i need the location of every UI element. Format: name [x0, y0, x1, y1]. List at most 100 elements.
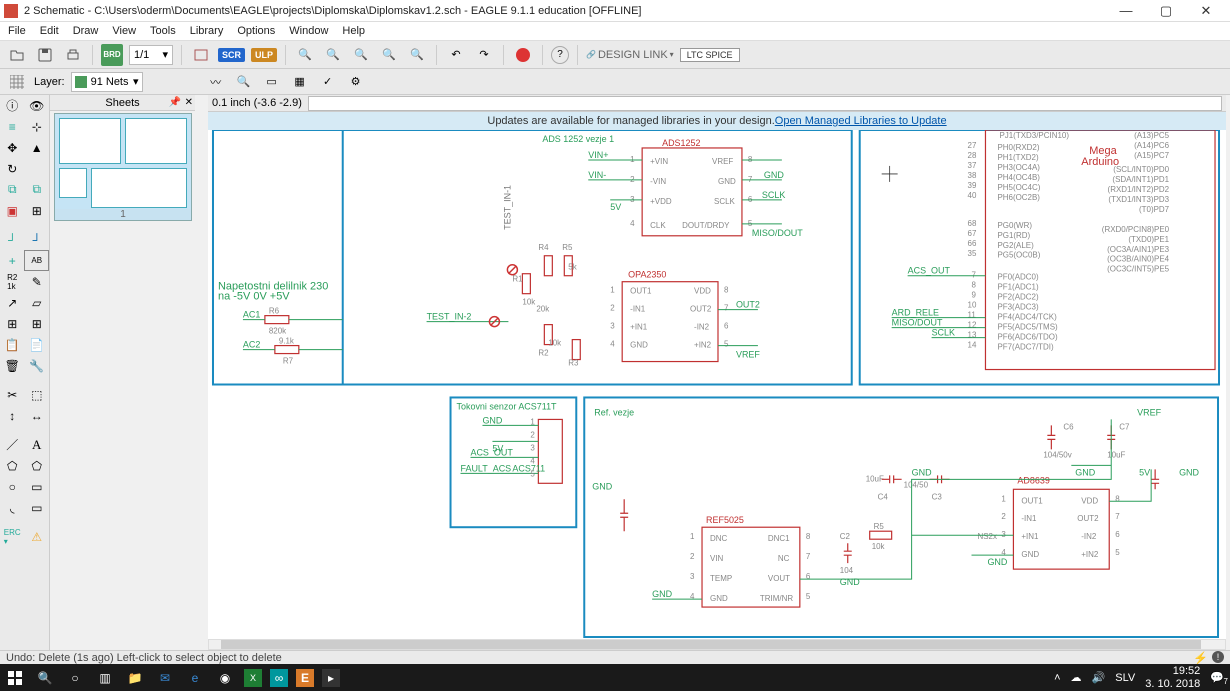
help-button[interactable]: ? [551, 46, 569, 64]
move-tool[interactable]: ✥ [0, 137, 25, 158]
split-tool[interactable]: ↗ [0, 292, 25, 313]
explorer-icon[interactable]: 📁 [124, 667, 146, 689]
ltspice-button[interactable]: LTC SPICE [680, 48, 740, 62]
name-tool[interactable]: ✎ [25, 271, 50, 292]
sheet-thumbnail[interactable]: 1 [54, 113, 192, 221]
notifications-icon[interactable]: 💬7 [1210, 671, 1224, 684]
value-tool[interactable]: R21k [0, 271, 25, 292]
layer-combo[interactable]: 91 Nets▾ [71, 72, 143, 92]
scr-badge[interactable]: SCR [218, 48, 245, 62]
slice-tool[interactable]: ✂ [0, 384, 25, 405]
tool-settings[interactable]: ⚙ [345, 71, 367, 93]
brd-button[interactable]: BRD [101, 44, 123, 66]
status-sync-icon[interactable]: ⚡ [1193, 651, 1208, 665]
menu-library[interactable]: Library [190, 25, 224, 37]
arduino-icon[interactable]: ∞ [270, 669, 288, 687]
tool-wire-style[interactable]: 〰 [205, 71, 227, 93]
redo-button[interactable]: ↷ [473, 44, 495, 66]
zoom-select-button[interactable]: 🔍 [378, 44, 400, 66]
bus-tool[interactable]: ┘ [25, 229, 50, 250]
label-tool[interactable]: AB [24, 250, 49, 271]
gate-tool[interactable]: ⊞ [25, 200, 50, 221]
clock[interactable]: 19:52 3. 10. 2018 [1145, 665, 1200, 689]
chrome-icon[interactable]: ◉ [214, 667, 236, 689]
zoom-out-button[interactable]: 🔍 [350, 44, 372, 66]
tray-up-icon[interactable]: ˄ [1054, 672, 1060, 684]
dim-tool[interactable]: ↕ [0, 405, 25, 426]
menu-view[interactable]: View [112, 25, 136, 37]
show-tool[interactable]: 👁 [25, 95, 50, 116]
junction-tool[interactable]: + [0, 250, 24, 271]
menu-draw[interactable]: Draw [73, 25, 99, 37]
save-button[interactable] [34, 44, 56, 66]
net-tool[interactable]: ┘ [0, 229, 25, 250]
tool-erc[interactable]: ✓ [317, 71, 339, 93]
horizontal-scrollbar[interactable] [208, 639, 1226, 650]
tray-sound-icon[interactable]: 🔊 [1092, 671, 1106, 684]
design-link[interactable]: 🔗DESIGN LINK ▾ [586, 49, 674, 61]
copy2-tool[interactable]: 📄 [25, 334, 50, 355]
search-button[interactable]: 🔍 [34, 667, 56, 689]
menu-help[interactable]: Help [342, 25, 365, 37]
mark-tool[interactable]: ⊹ [25, 116, 50, 137]
mirror-tool[interactable]: ▲ [25, 137, 50, 158]
delete-tool[interactable]: 🗑 [0, 355, 25, 376]
smash-tool[interactable]: ⊞ [25, 313, 50, 334]
zoom-in-button[interactable]: 🔍 [322, 44, 344, 66]
maximize-button[interactable]: ▢ [1146, 3, 1186, 19]
tool-area[interactable]: ▭ [261, 71, 283, 93]
add-tool[interactable]: ▣ [0, 200, 25, 221]
page-combo[interactable]: 1/1▾ [129, 45, 173, 65]
zoom-fit-button[interactable]: 🔍 [294, 44, 316, 66]
minimize-button[interactable]: — [1106, 3, 1146, 19]
open-button[interactable] [6, 44, 28, 66]
replace-tool[interactable]: ⧉ [25, 179, 50, 200]
menu-options[interactable]: Options [237, 25, 275, 37]
print-button[interactable] [62, 44, 84, 66]
grid-button[interactable] [6, 71, 28, 93]
menu-file[interactable]: File [8, 25, 26, 37]
group-tool2[interactable] [25, 158, 50, 179]
command-input[interactable] [308, 96, 1222, 111]
status-warn-icon[interactable]: ! [1212, 651, 1224, 663]
menu-tools[interactable]: Tools [150, 25, 176, 37]
invoke-tool[interactable]: ⊞ [0, 313, 25, 334]
eagle-icon[interactable]: E [296, 669, 314, 687]
circle-tool[interactable]: ○ [0, 476, 25, 497]
terminal-icon[interactable]: ▸ [322, 669, 340, 687]
group-tool[interactable]: ⬚ [25, 384, 50, 405]
rect-tool[interactable]: ▭ [25, 476, 50, 497]
copy-tool[interactable]: ⧉ [0, 179, 25, 200]
zoom-redraw-button[interactable]: 🔍 [406, 44, 428, 66]
miter-tool[interactable]: ▱ [25, 292, 50, 313]
undo-button[interactable]: ↶ [445, 44, 467, 66]
ulp-badge[interactable]: ULP [251, 48, 277, 62]
line-tool[interactable]: ／ [0, 434, 25, 455]
stop-button[interactable] [512, 44, 534, 66]
pin-icon[interactable]: 📌 [169, 97, 181, 108]
rotate-tool[interactable]: ↻ [0, 158, 25, 179]
close-panel-icon[interactable]: ✕ [185, 97, 193, 108]
info-tool[interactable]: ⓘ [0, 95, 25, 116]
library-button[interactable] [190, 44, 212, 66]
tool-schem[interactable]: ▦ [289, 71, 311, 93]
edge-icon[interactable]: e [184, 667, 206, 689]
dimv-tool[interactable]: ↔ [25, 405, 50, 426]
change-tool[interactable]: 🔧 [25, 355, 50, 376]
layers-tool[interactable]: ≡ [0, 116, 25, 137]
menu-window[interactable]: Window [289, 25, 328, 37]
poly2-tool[interactable]: ⬠ [25, 455, 50, 476]
mail-icon[interactable]: ✉ [154, 667, 176, 689]
paste-tool[interactable]: 📋 [0, 334, 25, 355]
arc-tool[interactable]: ◟ [0, 497, 25, 518]
notice-link[interactable]: Open Managed Libraries to Update [775, 115, 947, 127]
tray-lang[interactable]: SLV [1115, 672, 1135, 684]
tool-mag[interactable]: 🔍 [233, 71, 255, 93]
menu-edit[interactable]: Edit [40, 25, 59, 37]
poly-tool[interactable]: ⬠ [0, 455, 25, 476]
erc-tool[interactable]: ERC▾ [0, 526, 25, 547]
excel-icon[interactable]: X [244, 669, 262, 687]
tray-cloud-icon[interactable]: ☁ [1071, 671, 1082, 684]
cortana-button[interactable]: ○ [64, 667, 86, 689]
start-button[interactable] [4, 667, 26, 689]
